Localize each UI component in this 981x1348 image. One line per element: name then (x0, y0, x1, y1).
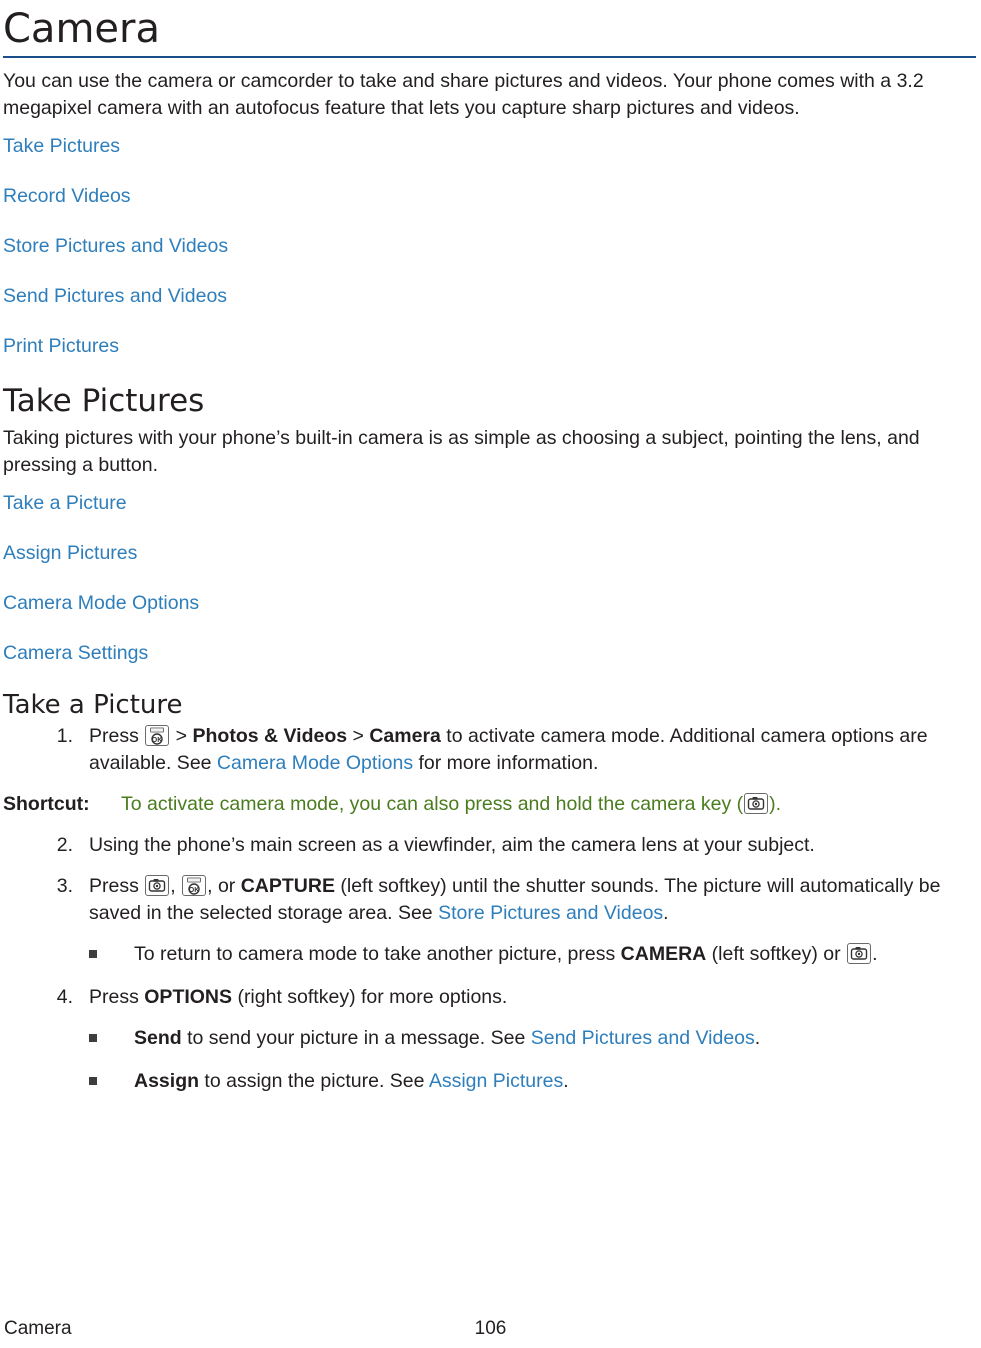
procedure-step: 1. Press OK > Photos & Videos > Camera to… (3, 723, 976, 777)
emphasis-text: Photos & Videos (192, 725, 348, 747)
procedure-step: 2. Using the phone’s main screen as a vie… (3, 832, 976, 859)
link-label[interactable]: Take a Picture (3, 492, 127, 514)
section-heading-take-pictures: Take Pictures (3, 383, 205, 419)
section-heading-take-a-picture: Take a Picture (3, 690, 183, 720)
procedure-steps: 1. Press OK > Photos & Videos > Camera to… (3, 723, 976, 1095)
toc-link-label[interactable]: Print Pictures (3, 335, 119, 357)
cross-reference-link[interactable]: Send Pictures and Videos (531, 1027, 755, 1049)
step-number: 2. (56, 834, 73, 856)
link-take-a-picture[interactable]: Take a Picture (3, 490, 976, 516)
link-camera-settings[interactable]: Camera Settings (3, 640, 976, 666)
toc-link-take-pictures[interactable]: Take Pictures (3, 133, 976, 159)
step-number: 1. (56, 725, 73, 747)
cross-reference-link[interactable]: Camera Mode Options (217, 752, 413, 774)
toc-link-label[interactable]: Record Videos (3, 185, 131, 207)
step-text: Press OPTIONS (right softkey) for more o… (89, 986, 508, 1008)
toc-link-print-pictures[interactable]: Print Pictures (3, 333, 976, 359)
svg-text:OK: OK (152, 737, 163, 744)
emphasis-text: CAMERA (620, 943, 707, 965)
link-label[interactable]: Assign Pictures (3, 542, 137, 564)
sublist-item: Send to send your picture in a message. … (89, 1025, 976, 1052)
step-sublist: To return to camera mode to take another… (89, 941, 976, 968)
emphasis-text: Camera (369, 725, 441, 747)
toc-link-store-pictures-and-videos[interactable]: Store Pictures and Videos (3, 233, 976, 259)
page-content: Camera You can use the camera or camcord… (0, 0, 981, 1095)
link-assign-pictures[interactable]: Assign Pictures (3, 540, 976, 566)
svg-text:OK: OK (189, 887, 200, 894)
shortcut-label: Shortcut: (3, 793, 90, 815)
emphasis-text: CAPTURE (240, 875, 335, 897)
step-text: Press OK > Photos & Videos > Camera to a… (89, 725, 928, 774)
intro-paragraph: You can use the camera or camcorder to t… (3, 70, 924, 119)
toc-link-record-videos[interactable]: Record Videos (3, 183, 976, 209)
emphasis-text: OPTIONS (144, 986, 233, 1008)
toc-link-label[interactable]: Send Pictures and Videos (3, 285, 227, 307)
procedure-step: 4. Press OPTIONS (right softkey) for more… (3, 984, 976, 1095)
ok-key-icon: OK (145, 725, 170, 746)
page-title: Camera (3, 6, 160, 52)
link-label[interactable]: Camera Settings (3, 642, 148, 664)
toc-link-send-pictures-and-videos[interactable]: Send Pictures and Videos (3, 283, 976, 309)
document-page: Camera You can use the camera or camcord… (0, 0, 981, 1348)
toc-link-label[interactable]: Take Pictures (3, 135, 120, 157)
shortcut-note: Shortcut: To activate camera mode, you ca… (3, 791, 976, 818)
emphasis-text: Send (134, 1027, 182, 1049)
cross-reference-link[interactable]: Assign Pictures (429, 1070, 563, 1092)
ok-key-icon: OK (182, 875, 207, 896)
cross-reference-link[interactable]: Store Pictures and Videos (438, 902, 663, 924)
camera-key-icon (744, 793, 769, 814)
emphasis-text: Assign (134, 1070, 200, 1092)
footer-page-number: 106 (474, 1318, 507, 1339)
step-text: Using the phone’s main screen as a viewf… (89, 834, 815, 856)
step-text: Press , OK, or CAPTURE (left softkey) un… (89, 875, 941, 924)
sublist-item: To return to camera mode to take another… (89, 941, 976, 968)
take-pictures-intro: Taking pictures with your phone’s built-… (3, 427, 920, 476)
link-label[interactable]: Camera Mode Options (3, 592, 199, 614)
shortcut-text: To activate camera mode, you can also pr… (121, 793, 782, 815)
step-number: 4. (56, 986, 73, 1008)
camera-key-icon (847, 943, 872, 964)
step-number: 3. (56, 875, 73, 897)
toc-link-label[interactable]: Store Pictures and Videos (3, 235, 228, 257)
camera-key-icon (145, 875, 170, 896)
sublist-item: Assign to assign the picture. See Assign… (89, 1068, 976, 1095)
title-divider (3, 56, 976, 58)
procedure-step: 3. Press , OK, or CAPTURE (left softkey) … (3, 873, 976, 968)
step-sublist: Send to send your picture in a message. … (89, 1025, 976, 1095)
link-camera-mode-options[interactable]: Camera Mode Options (3, 590, 976, 616)
